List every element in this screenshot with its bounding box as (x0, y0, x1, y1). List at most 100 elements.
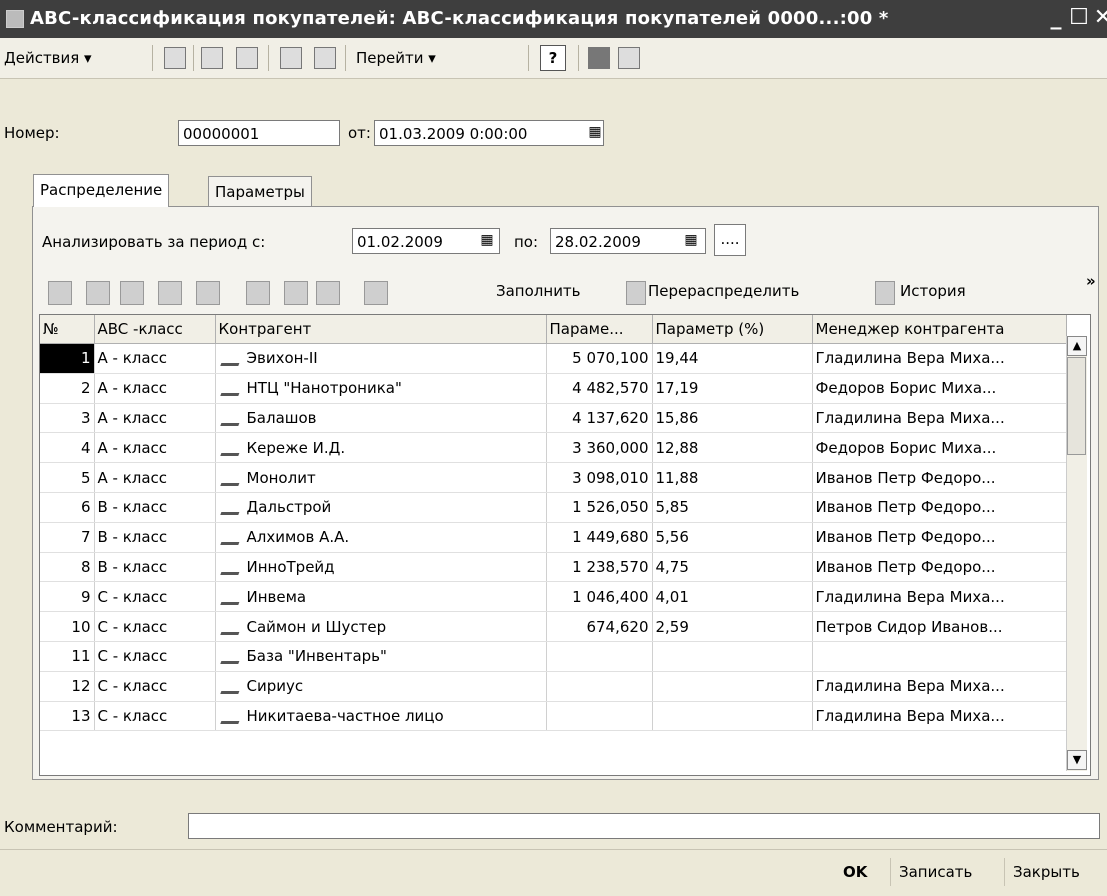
calendar-icon[interactable]: ▦ (584, 120, 606, 146)
parameter-cell[interactable]: 1 238,570 (546, 552, 653, 583)
counterparty-cell[interactable]: Эвихон-II (215, 343, 547, 374)
col-header-counterparty[interactable]: Контрагент (215, 315, 547, 344)
table-row[interactable]: 5А - класс Монолит 3 098,010 11,88 Иванов Пе… (40, 462, 1067, 493)
comment-field[interactable] (188, 813, 1100, 839)
scroll-down-icon[interactable]: ▼ (1067, 750, 1087, 770)
fill-button[interactable]: Заполнить (496, 282, 581, 300)
tab-parameters[interactable]: Параметры (208, 176, 312, 206)
col-header-parameter-percent[interactable]: Параметр (%) (652, 315, 813, 344)
table-row[interactable]: 11 С - класс База "Инвентарь" (40, 641, 1067, 672)
parameter-cell[interactable]: 674,620 (546, 611, 653, 642)
parameter-percent-cell[interactable]: 12,88 (652, 432, 813, 464)
manager-cell[interactable]: Иванов Петр Федоро... (812, 462, 1067, 493)
scrollbar-thumb[interactable] (1067, 357, 1086, 455)
abc-class-cell[interactable]: А - класс (94, 403, 216, 434)
table-row[interactable]: 9С - класс Инвема 1 046,400 4,01 Гладилина В… (40, 581, 1067, 613)
counterparty-cell[interactable]: Сириус (215, 671, 547, 702)
row-number-cell[interactable]: 7 (40, 522, 95, 553)
counterparty-cell[interactable]: Алхимов А.А. (215, 522, 547, 553)
parameter-cell[interactable] (546, 671, 653, 702)
ok-button[interactable]: OK (835, 858, 875, 886)
minimize-button[interactable]: _ (1045, 6, 1067, 30)
parameter-cell[interactable]: 5 070,100 (546, 343, 653, 374)
add-row-icon[interactable] (48, 281, 72, 305)
maximize-button[interactable]: ☐ (1068, 6, 1090, 30)
parameter-percent-cell[interactable]: 19,44 (652, 343, 813, 374)
counterparty-cell[interactable]: Саймон и Шустер (215, 611, 547, 642)
row-number-cell[interactable]: 1 (40, 343, 95, 374)
col-header-parameter[interactable]: Параме... (546, 315, 653, 344)
manager-cell[interactable]: Петров Сидор Иванов... (812, 611, 1067, 642)
row-number-cell[interactable]: 4 (40, 432, 95, 464)
abc-class-cell[interactable]: С - класс (94, 701, 216, 732)
parameter-percent-cell[interactable] (652, 671, 813, 702)
counterparty-cell[interactable]: База "Инвентарь" (215, 641, 547, 672)
save-button[interactable]: Записать (890, 858, 980, 886)
manager-cell[interactable]: Гладилина Вера Миха... (812, 701, 1067, 732)
counterparty-cell[interactable]: Никитаева-частное лицо (215, 701, 547, 732)
refresh-icon[interactable] (201, 47, 223, 69)
manager-cell[interactable]: Иванов Петр Федоро... (812, 552, 1067, 583)
list-icon[interactable] (588, 47, 610, 69)
manager-cell[interactable]: Иванов Петр Федоро... (812, 492, 1067, 523)
parameter-percent-cell[interactable] (652, 701, 813, 732)
calendar-icon[interactable]: ▦ (476, 228, 498, 254)
counterparty-cell[interactable]: Балашов (215, 403, 547, 434)
manager-cell[interactable]: Федоров Борис Миха... (812, 373, 1067, 404)
counterparty-cell[interactable]: НТЦ "Нанотроника" (215, 373, 547, 404)
row-number-cell[interactable]: 2 (40, 373, 95, 404)
end-edit-icon[interactable] (196, 281, 220, 305)
manager-cell[interactable]: Гладилина Вера Миха... (812, 671, 1067, 702)
counterparty-cell[interactable]: Монолит (215, 462, 547, 493)
more-tools-button[interactable]: » (1086, 272, 1096, 290)
parameter-cell[interactable]: 1 046,400 (546, 581, 653, 613)
manager-cell[interactable]: Гладилина Вера Миха... (812, 581, 1067, 613)
parameter-cell[interactable]: 3 360,000 (546, 432, 653, 464)
counterparty-cell[interactable]: Инвема (215, 581, 547, 613)
parameter-cell[interactable] (546, 701, 653, 732)
date-field[interactable]: 01.03.2009 0:00:00 (374, 120, 604, 146)
parameter-percent-cell[interactable]: 4,01 (652, 581, 813, 613)
parameter-cell[interactable]: 4 137,620 (546, 403, 653, 434)
col-header-abc-class[interactable]: ABC -класс (94, 315, 216, 344)
close-window-button[interactable]: ✕ (1092, 6, 1107, 30)
parameter-percent-cell[interactable]: 15,86 (652, 403, 813, 434)
manager-cell[interactable]: Гладилина Вера Миха... (812, 343, 1067, 374)
parameter-percent-cell[interactable]: 4,75 (652, 552, 813, 583)
parameter-cell[interactable]: 4 482,570 (546, 373, 653, 404)
redistribute-button[interactable]: Перераспределить (648, 282, 799, 300)
edit-row-icon[interactable] (120, 281, 144, 305)
abc-class-cell[interactable]: В - класс (94, 522, 216, 553)
history-button[interactable]: История (900, 282, 966, 300)
row-number-cell[interactable]: 11 (40, 641, 95, 672)
post-icon[interactable] (164, 47, 186, 69)
abc-class-cell[interactable]: В - класс (94, 552, 216, 583)
manager-cell[interactable]: Федоров Борис Миха... (812, 432, 1067, 464)
row-number-cell[interactable]: 5 (40, 462, 95, 493)
row-number-cell[interactable]: 6 (40, 492, 95, 523)
number-field[interactable]: 00000001 (178, 120, 340, 146)
parameter-cell[interactable]: 3 098,010 (546, 462, 653, 493)
parameter-percent-cell[interactable] (652, 641, 813, 672)
filter-dropdown-icon[interactable] (316, 281, 340, 305)
row-number-cell[interactable]: 9 (40, 581, 95, 613)
structure-icon[interactable] (236, 47, 258, 69)
row-number-cell[interactable]: 12 (40, 671, 95, 702)
abc-class-cell[interactable]: А - класс (94, 462, 216, 493)
table-row[interactable]: 3А - класс Балашов 4 137,620 15,86 Гладилина… (40, 403, 1067, 434)
table-row[interactable]: 1А - класс Эвихон-II 5 070,100 19,44 Гладили… (40, 343, 1067, 374)
table-row[interactable]: 8В - класс ИнноТрейд 1 238,570 4,75 Иванов П… (40, 552, 1067, 583)
col-header-manager[interactable]: Менеджер контрагента (812, 315, 1067, 344)
col-header-number[interactable]: № (40, 315, 95, 344)
manager-cell[interactable] (812, 641, 1067, 672)
goto-menu[interactable]: Перейти ▾ (356, 46, 436, 70)
period-select-button[interactable]: .... (714, 224, 746, 256)
clear-filter-icon[interactable] (364, 281, 388, 305)
parameter-percent-cell[interactable]: 11,88 (652, 462, 813, 493)
close-button[interactable]: Закрыть (1004, 858, 1088, 886)
abc-class-cell[interactable]: А - класс (94, 343, 216, 374)
counterparty-cell[interactable]: Дальстрой (215, 492, 547, 523)
table-row[interactable]: 10 С - класс Саймон и Шустер 674,620 2,59 Пет… (40, 611, 1067, 642)
parameter-percent-cell[interactable]: 17,19 (652, 373, 813, 404)
parameter-cell[interactable]: 1 449,680 (546, 522, 653, 553)
